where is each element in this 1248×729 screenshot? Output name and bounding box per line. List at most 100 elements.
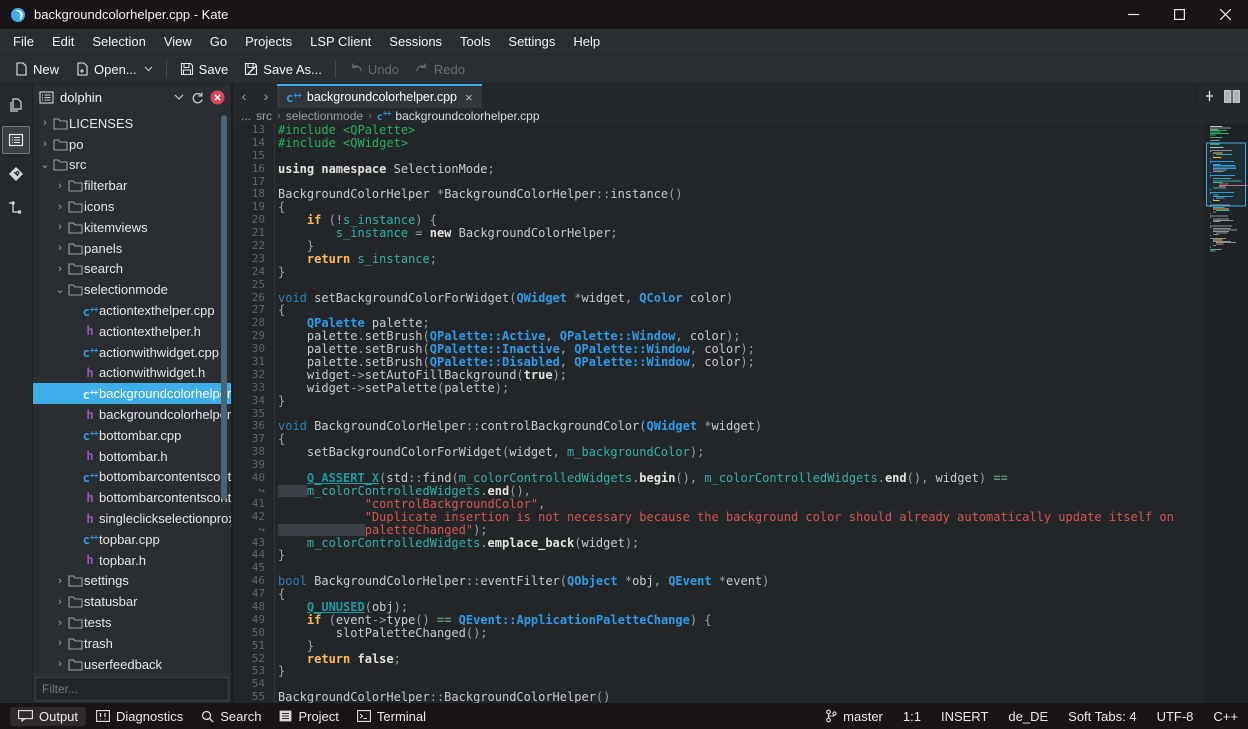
chevron-right-icon[interactable]: › [54,221,66,233]
tree-scrollbar[interactable] [221,115,227,500]
breadcrumb-collapsed[interactable]: ... [241,109,251,123]
chevron-right-icon[interactable]: › [54,180,66,192]
code-line[interactable]: 14#include <QWidget> [233,137,1205,150]
minimap-viewport[interactable] [1207,143,1246,206]
chevron-right-icon[interactable]: › [54,658,66,670]
redo-button[interactable]: Redo [407,59,473,80]
tree-item-topbar-cpp[interactable]: c++topbar.cpp [33,529,231,550]
tab-back-icon[interactable]: ‹ [233,84,255,108]
output-pane-button[interactable]: Output [10,707,86,726]
chevron-right-icon[interactable]: › [54,637,66,649]
code-line[interactable]: 23 return s_instance; [233,253,1205,266]
code-line[interactable]: 26void setBackgroundColorForWidget(QWidg… [233,292,1205,305]
menu-sessions[interactable]: Sessions [380,31,451,52]
maximize-button[interactable] [1156,0,1202,29]
code-line[interactable]: 33 widget->setPalette(palette); [233,382,1205,395]
breadcrumb-file[interactable]: backgroundcolorhelper.cpp [395,109,539,123]
code-line[interactable]: 16using namespace SelectionMode; [233,163,1205,176]
tree-item-statusbar[interactable]: ›statusbar [33,591,231,612]
new-tab-icon[interactable] [1205,90,1214,102]
tree-item-backgroundcolorhelper-c-[interactable]: c++backgroundcolorhelper.c... [33,383,231,404]
menu-settings[interactable]: Settings [499,31,564,52]
minimap[interactable] [1205,124,1248,703]
code-line[interactable]: 43 m_colorControlledWidgets.emplace_back… [233,537,1205,550]
tab-forward-icon[interactable]: › [255,84,277,108]
tree-item-settings[interactable]: ›settings [33,571,231,592]
tree-item-backgroundcolorhelper-h[interactable]: hbackgroundcolorhelper.h [33,404,231,425]
code-line[interactable]: 24} [233,266,1205,279]
tree-item-selectionmode[interactable]: ⌄selectionmode [33,279,231,300]
tree-item-bottombarcontentscont-[interactable]: c++bottombarcontentscont... [33,467,231,488]
open-button[interactable]: Open... [67,59,161,80]
diagnostics-pane-button[interactable]: Diagnostics [88,707,191,726]
new-button[interactable]: New [6,59,67,80]
tree-filter-input[interactable] [35,677,229,701]
split-view-icon[interactable] [1224,90,1240,103]
undo-button[interactable]: Undo [341,59,407,80]
git-branch-indicator[interactable]: master [825,709,883,724]
tree-item-topbar-h[interactable]: htopbar.h [33,550,231,571]
save-as-button[interactable]: Save As... [236,59,330,80]
menu-help[interactable]: Help [564,31,609,52]
tree-item-bottombarcontentscont-[interactable]: hbottombarcontentscont... [33,487,231,508]
tree-item-src[interactable]: ⌄src [33,155,231,176]
code-line[interactable]: 36void BackgroundColorHelper::controlBac… [233,420,1205,433]
menu-tools[interactable]: Tools [451,31,499,52]
chevron-right-icon[interactable]: › [39,117,51,129]
minimize-button[interactable] [1110,0,1156,29]
tab-settings[interactable]: Soft Tabs: 4 [1068,709,1136,724]
menu-file[interactable]: File [4,31,43,52]
tab-close-icon[interactable]: × [465,90,473,105]
tree-item-actiontexthelper-cpp[interactable]: c++actiontexthelper.cpp [33,300,231,321]
project-pane-button[interactable]: Project [271,707,346,726]
search-pane-button[interactable]: Search [193,707,269,726]
chevron-right-icon[interactable]: › [54,575,66,587]
tree-item-actionwithwidget-cpp[interactable]: c++actionwithwidget.cpp [33,342,231,363]
chevron-right-icon[interactable]: › [39,138,51,150]
chevron-down-icon[interactable]: ⌄ [54,283,66,296]
code-line[interactable]: 34} [233,395,1205,408]
code-line[interactable]: 18BackgroundColorHelper *BackgroundColor… [233,188,1205,201]
tree-item-kitemviews[interactable]: ›kitemviews [33,217,231,238]
symbols-sidebar-button[interactable] [2,194,30,222]
tree-item-actiontexthelper-h[interactable]: hactiontexthelper.h [33,321,231,342]
code-editor[interactable]: 13#include <QPalette>14#include <QWidget… [233,124,1205,703]
menu-view[interactable]: View [155,31,201,52]
chevron-right-icon[interactable]: › [54,263,66,275]
menu-selection[interactable]: Selection [83,31,154,52]
code-line[interactable]: 46bool BackgroundColorHelper::eventFilte… [233,575,1205,588]
tree-item-trash[interactable]: ›trash [33,633,231,654]
code-line[interactable]: 53} [233,665,1205,678]
chevron-right-icon[interactable]: › [54,242,66,254]
tree-item-filterbar[interactable]: ›filterbar [33,175,231,196]
code-line[interactable]: 44} [233,549,1205,562]
tree-item-panels[interactable]: ›panels [33,238,231,259]
dictionary[interactable]: de_DE [1008,709,1048,724]
menu-projects[interactable]: Projects [236,31,301,52]
tree-item-actionwithwidget-h[interactable]: hactionwithwidget.h [33,363,231,384]
menu-edit[interactable]: Edit [43,31,83,52]
git-sidebar-button[interactable] [2,160,30,188]
tree-item-icons[interactable]: ›icons [33,196,231,217]
menu-lsp-client[interactable]: LSP Client [301,31,380,52]
code-line[interactable]: 50 slotPaletteChanged(); [233,627,1205,640]
tree-item-licenses[interactable]: ›LICENSES [33,113,231,134]
tree-item-bottombar-cpp[interactable]: c++bottombar.cpp [33,425,231,446]
chevron-down-icon[interactable]: ⌄ [39,158,51,171]
save-button[interactable]: Save [172,59,237,80]
tree-item-singleclickselectionproxy-[interactable]: hsingleclickselectionproxy... [33,508,231,529]
refresh-icon[interactable] [190,91,204,105]
code-line[interactable]: 21 s_instance = new BackgroundColorHelpe… [233,227,1205,240]
terminal-pane-button[interactable]: Terminal [349,707,434,726]
menu-go[interactable]: Go [201,31,236,52]
code-line[interactable]: 52 return false; [233,653,1205,666]
input-mode[interactable]: INSERT [941,709,988,724]
tree-item-bottombar-h[interactable]: hbottombar.h [33,446,231,467]
code-line[interactable]: 55BackgroundColorHelper::BackgroundColor… [233,691,1205,703]
breadcrumb-src[interactable]: src [256,109,272,123]
chevron-right-icon[interactable]: › [54,596,66,608]
red-close-badge-icon[interactable] [210,90,225,105]
code-line[interactable]: 38 setBackgroundColorForWidget(widget, m… [233,446,1205,459]
tab-backgroundcolorhelper[interactable]: c++ backgroundcolorhelper.cpp × [277,84,482,108]
close-button[interactable] [1202,0,1248,29]
